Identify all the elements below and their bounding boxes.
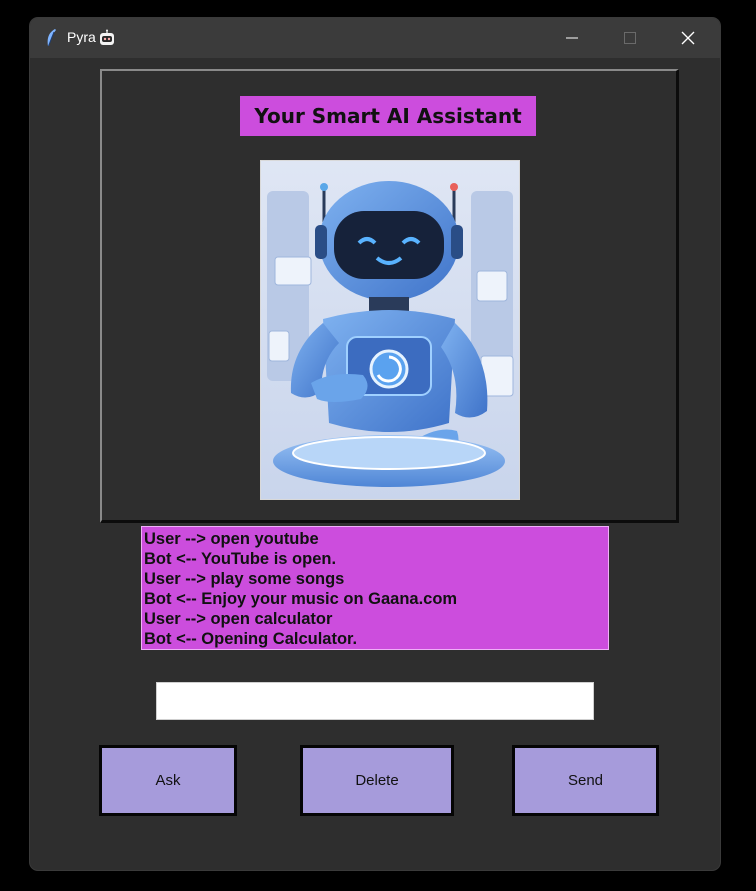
app-heading: Your Smart AI Assistant	[240, 96, 536, 136]
close-icon	[681, 31, 695, 45]
chat-log: User --> open youtube Bot <-- YouTube is…	[141, 526, 609, 650]
chat-line: User --> play some songs	[144, 570, 345, 588]
ask-button[interactable]: Ask	[99, 745, 237, 816]
close-button[interactable]	[659, 18, 717, 58]
feather-icon	[47, 29, 56, 47]
maximize-button[interactable]	[601, 18, 659, 58]
send-button[interactable]: Send	[512, 745, 659, 816]
minimize-icon	[566, 37, 578, 39]
image-panel: Your Smart AI Assistant	[100, 69, 679, 523]
chat-line: User --> open calculator	[144, 610, 333, 628]
chat-line: Bot <-- Enjoy your music on Gaana.com	[144, 590, 458, 608]
query-input[interactable]	[156, 682, 594, 720]
app-window: Pyra Your Smart AI Assistant User --> op…	[30, 18, 720, 870]
chat-line: Bot <-- Opening Calculator.	[144, 630, 358, 648]
robot-emoji-icon	[100, 29, 114, 45]
chat-line: Bot <-- YouTube is open.	[144, 550, 337, 568]
chat-line: User --> open youtube	[144, 530, 319, 548]
robot-illustration	[261, 161, 519, 499]
title-bar[interactable]: Pyra	[30, 18, 720, 58]
minimize-button[interactable]	[543, 18, 601, 58]
window-title: Pyra	[67, 29, 96, 45]
robot-image	[260, 160, 520, 500]
delete-button[interactable]: Delete	[300, 745, 454, 816]
maximize-icon	[624, 32, 636, 44]
